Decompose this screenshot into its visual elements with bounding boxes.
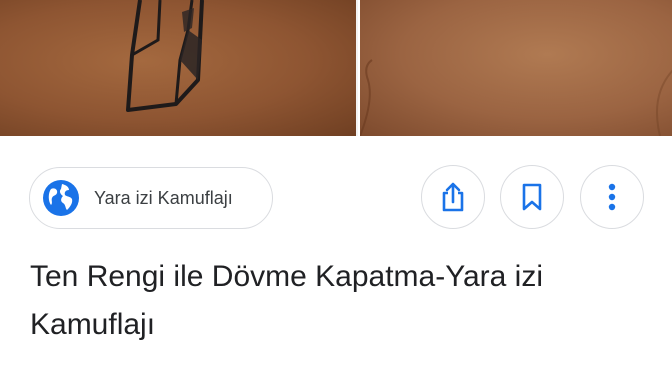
source-chip[interactable]: Yara izi Kamuflajı [29, 167, 273, 229]
result-title[interactable]: Ten Rengi ile Dövme Kapatma-Yara izi Kam… [30, 253, 650, 349]
tattoo-drawing [126, 0, 204, 112]
source-label: Yara izi Kamuflajı [94, 187, 233, 208]
skin-crease [359, 59, 672, 136]
share-button[interactable] [421, 165, 485, 229]
tattoo-after-photo [359, 0, 672, 136]
bookmark-icon [522, 183, 542, 211]
globe-icon [42, 179, 80, 217]
photo-divider [355, 0, 358, 136]
result-image[interactable] [0, 0, 672, 136]
share-icon [442, 182, 464, 212]
save-button[interactable] [500, 165, 564, 229]
more-vert-icon [608, 183, 616, 211]
tattoo-before-photo [0, 0, 356, 136]
more-options-button[interactable] [580, 165, 644, 229]
